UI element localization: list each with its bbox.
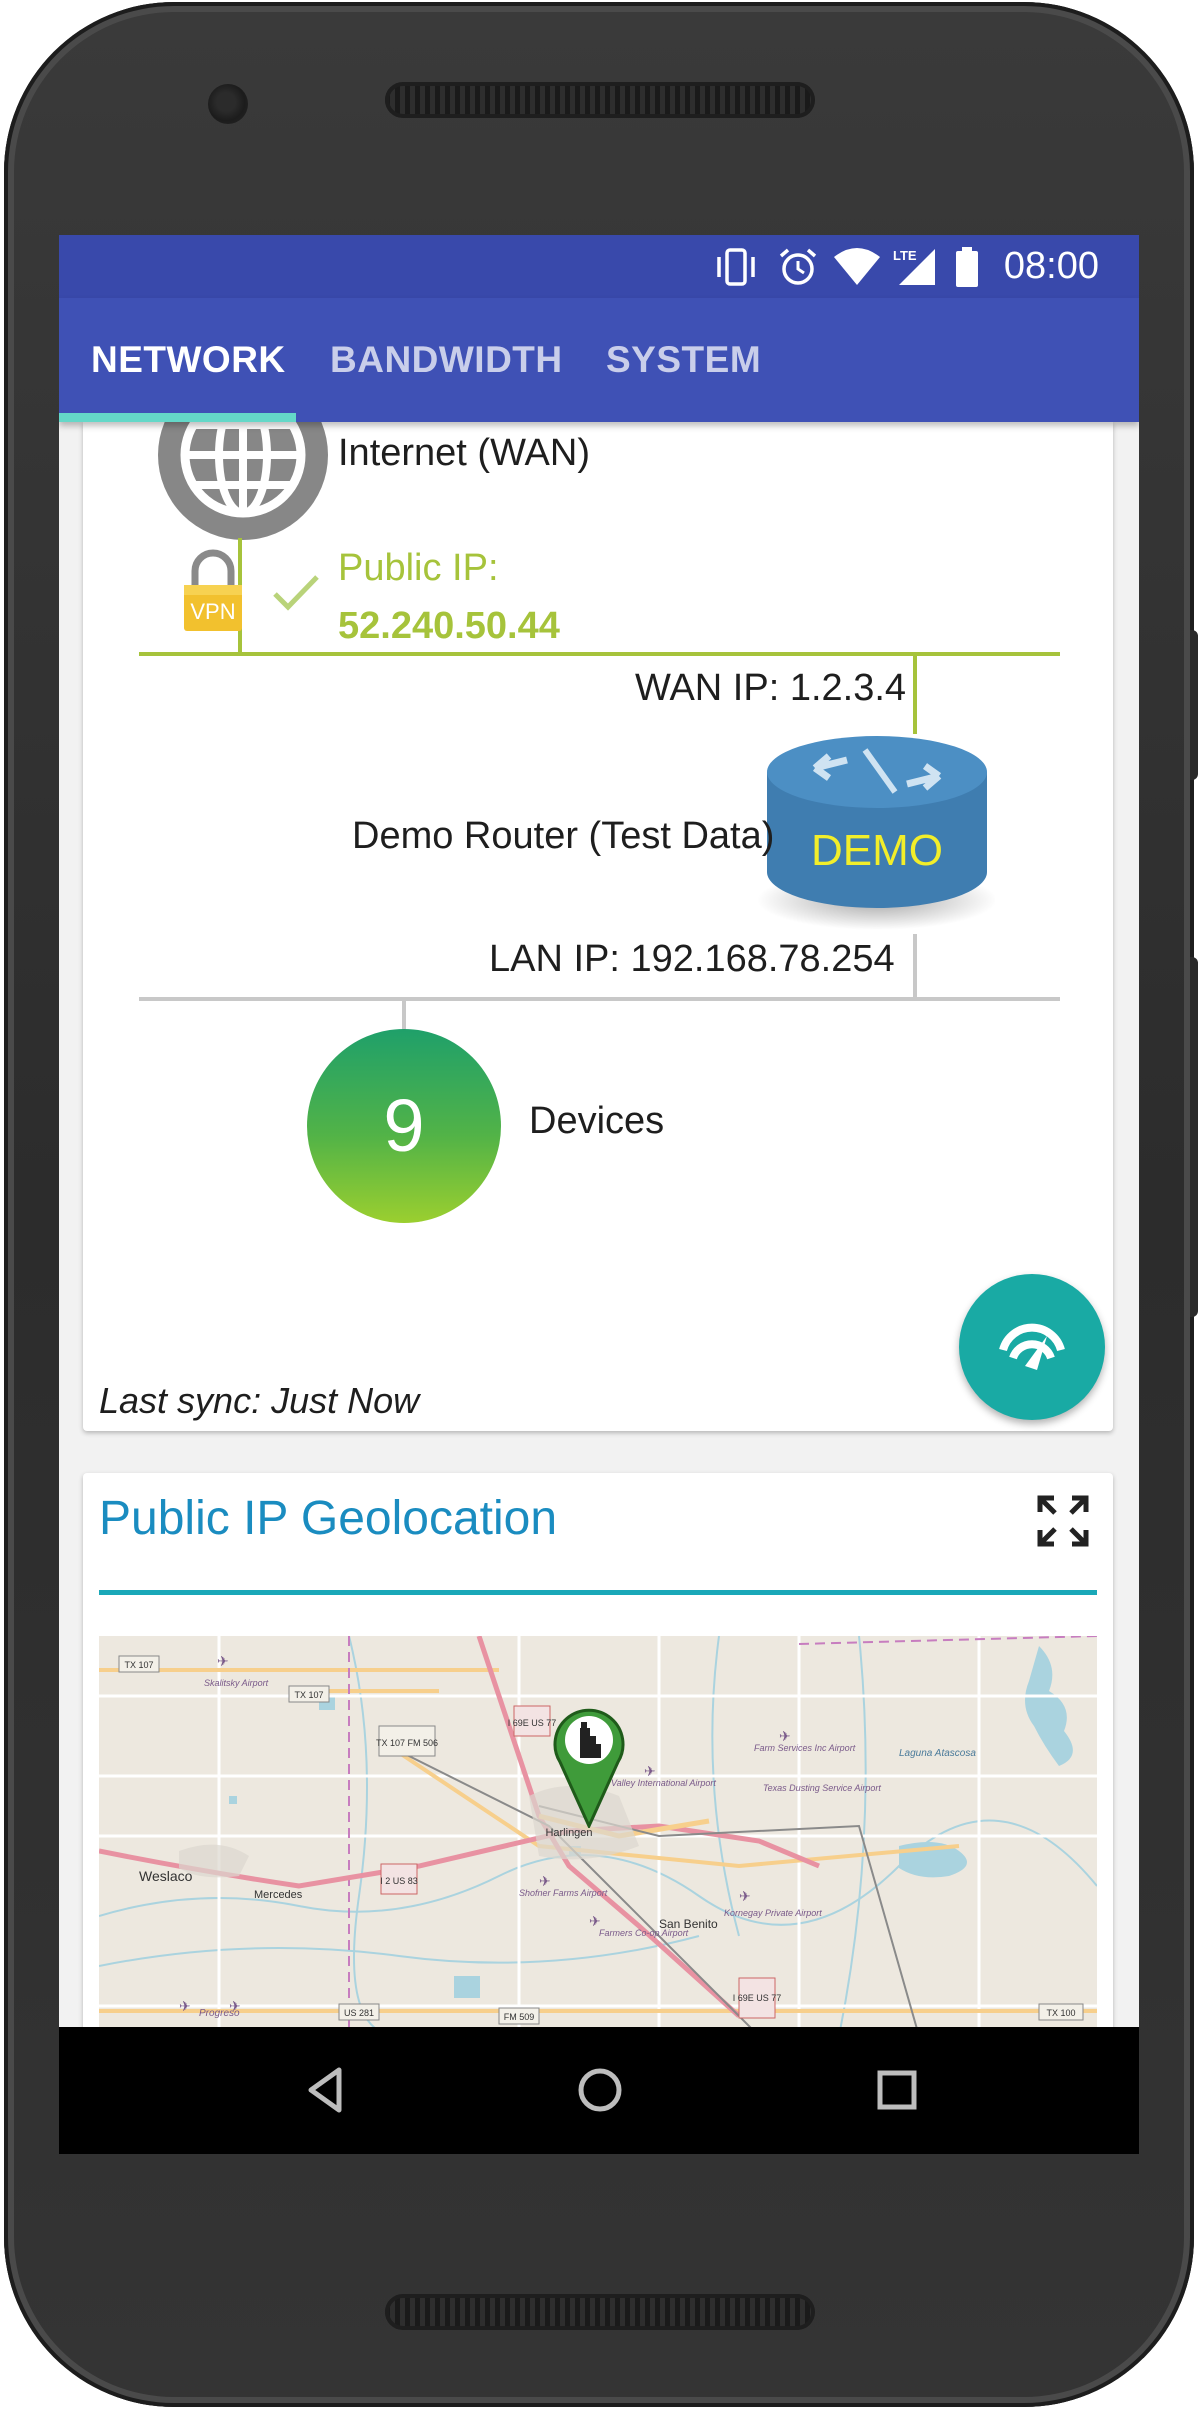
map-shield-tx107-fm506: TX 107 FM 506 [376,1738,438,1748]
screen: LTE 08:00 NETWORK BANDWIDTH SYSTEM Inter… [59,235,1139,2154]
public-ip-value: 52.240.50.44 [338,605,560,647]
devices-label: Devices [529,1100,665,1142]
vpn-lock-icon: VPN [184,549,242,631]
map-shield-i2: I 2 US 83 [380,1876,418,1886]
router-lan-line [913,934,917,1000]
map-shield-i69e: I 69E US 77 [508,1718,557,1728]
map-label-harlingen: Harlingen [545,1827,592,1839]
router-demo-badge: DEMO [811,826,943,875]
status-time: 08:00 [1003,245,1099,287]
lan-bus-line [139,997,1060,1001]
map-shield-tx100: TX 100 [1046,2008,1075,2018]
phone-frame: LTE 08:00 NETWORK BANDWIDTH SYSTEM Inter… [4,2,1198,2407]
map-label-farm-services-airport: Farm Services Inc Airport [754,1743,856,1753]
geolocation-title: Public IP Geolocation [99,1492,558,1545]
public-ip-label: Public IP: [338,547,499,589]
tab-system[interactable]: SYSTEM [606,298,761,422]
svg-text:✈: ✈ [539,1873,551,1889]
lan-ip-label: LAN IP: 192.168.78.254 [489,938,895,980]
svg-text:✈: ✈ [229,1998,241,2014]
svg-text:✈: ✈ [739,1888,751,1904]
svg-text:✈: ✈ [179,1998,191,2014]
svg-text:✈: ✈ [779,1728,791,1744]
internet-label: Internet (WAN) [338,432,590,474]
check-icon [273,575,319,611]
wifi-speed-icon [999,1323,1065,1370]
vibrate-icon [717,248,755,286]
tab-indicator [59,413,296,422]
battery-icon [956,247,978,287]
map-shield-fm509: FM 509 [504,2012,535,2022]
back-icon[interactable] [297,2060,357,2120]
router-icon: DEMO [757,736,995,930]
map-label-weslaco: Weslaco [139,1868,193,1884]
svg-text:✈: ✈ [589,1913,601,1929]
last-sync: Last sync: Just Now [99,1380,420,1421]
map-shield-tx107: TX 107 [124,1660,153,1670]
router-name: Demo Router (Test Data) [352,815,775,857]
svg-text:✈: ✈ [644,1763,656,1779]
bottom-speaker [385,2294,815,2330]
lte-signal-icon: LTE [893,248,935,285]
map-label-kornegay-airport: Kornegay Private Airport [724,1908,822,1918]
map-shield-tx107-2: TX 107 [294,1690,323,1700]
tab-bandwidth[interactable]: BANDWIDTH [330,298,563,422]
device-count-badge[interactable]: 9 [307,1029,501,1223]
vpn-label: VPN [190,599,235,624]
recents-icon[interactable] [867,2060,927,2120]
svg-text:✈: ✈ [217,1653,229,1669]
router-wan-line [913,654,917,734]
volume-button [1190,957,1198,1317]
map-label-shofner-airport: Shofner Farms Airport [519,1888,608,1898]
system-nav-bar [59,2027,1139,2154]
devices-connector-line [402,999,406,1033]
map-shield-i69e-2: I 69E US 77 [733,1993,782,2003]
map-label-skalitsky-airport: Skalitsky Airport [204,1678,269,1688]
power-button [1190,630,1198,780]
network-topology-card: Internet (WAN) VPN Public IP: 52.240.50.… [83,370,1113,1431]
wan-ip-label: WAN IP: 1.2.3.4 [635,667,907,709]
tab-network[interactable]: NETWORK [91,298,286,422]
wan-bus-line [139,652,1060,656]
top-speaker [385,82,815,118]
alarm-icon [779,248,817,285]
map-label-farmers-airport: Farmers Co-op Airport [599,1928,689,1938]
geolocation-divider [99,1590,1097,1595]
tab-bar: NETWORK BANDWIDTH SYSTEM [59,298,1139,422]
map-shield-us281: US 281 [344,2008,374,2018]
map-label-valley-airport: Valley International Airport [611,1778,716,1788]
status-bar: LTE 08:00 [59,235,1139,298]
lte-label: LTE [893,248,917,263]
home-icon[interactable] [570,2060,630,2120]
map-label-laguna-atascosa: Laguna Atascosa [899,1748,976,1759]
geolocation-map[interactable]: Weslaco Mercedes Harlingen San Benito Pr… [99,1636,1097,2036]
location-pin-icon[interactable] [552,1702,626,1828]
expand-icon[interactable] [1037,1495,1089,1547]
map-label-texas-dusting-airport: Texas Dusting Service Airport [763,1783,881,1793]
wifi-icon [834,248,880,285]
map-label-mercedes: Mercedes [254,1889,303,1901]
front-camera [208,84,248,124]
wifi-scan-fab[interactable] [959,1274,1105,1420]
